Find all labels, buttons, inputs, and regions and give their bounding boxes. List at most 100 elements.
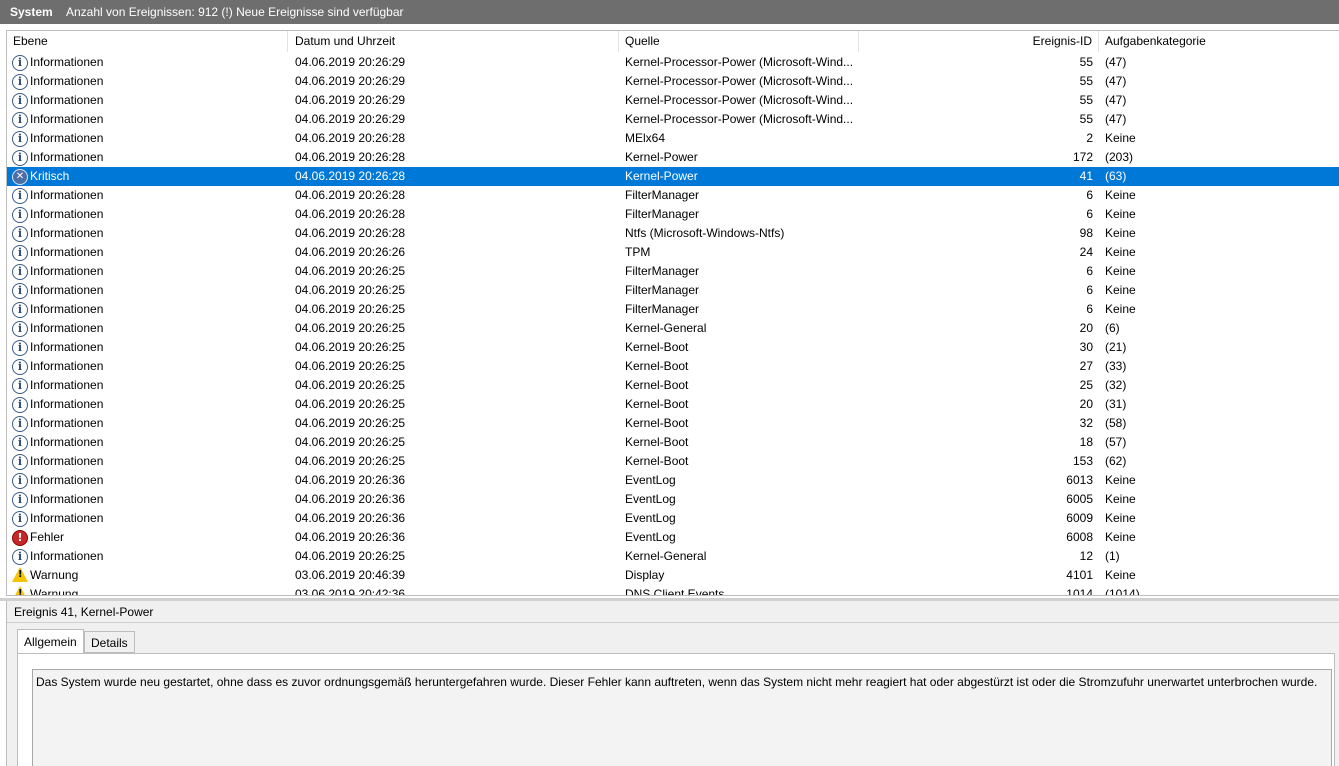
error-icon: !	[12, 530, 28, 546]
task-category-cell: (33)	[1105, 359, 1127, 373]
column-header-task-category[interactable]: Aufgabenkategorie	[1099, 31, 1339, 52]
level-cell: Informationen	[30, 511, 104, 525]
level-cell: Informationen	[30, 454, 104, 468]
date-cell: 04.06.2019 20:26:29	[295, 93, 406, 107]
date-cell: 04.06.2019 20:26:28	[295, 188, 406, 202]
level-cell: Informationen	[30, 283, 104, 297]
event-id-cell: 6	[1086, 188, 1093, 202]
event-id-cell: 4101	[1066, 568, 1093, 582]
level-cell: Informationen	[30, 74, 104, 88]
table-row[interactable]: i Informationen 04.06.2019 20:26:25 Kernel-…	[7, 319, 1339, 338]
event-id-cell: 1014	[1066, 587, 1093, 596]
column-header-date[interactable]: Datum und Uhrzeit	[289, 31, 619, 52]
table-row[interactable]: i Informationen 04.06.2019 20:26:25 Kernel-…	[7, 547, 1339, 566]
task-category-cell: (21)	[1105, 340, 1127, 354]
table-row[interactable]: ! Fehler 04.06.2019 20:26:36 EventLog 6008 Ke…	[7, 528, 1339, 547]
date-cell: 03.06.2019 20:42:36	[295, 587, 406, 596]
task-category-cell: (32)	[1105, 378, 1127, 392]
column-header-level[interactable]: Ebene	[7, 31, 288, 52]
detail-panel: Ereignis 41, Kernel-Power Allgemein Deta…	[6, 601, 1339, 766]
tab-allgemein[interactable]: Allgemein	[17, 629, 84, 654]
task-category-cell: Keine	[1105, 207, 1136, 221]
task-category-cell: Keine	[1105, 473, 1136, 487]
level-cell: Informationen	[30, 55, 104, 69]
info-icon: i	[12, 378, 28, 394]
level-cell: Informationen	[30, 549, 104, 563]
table-row[interactable]: i Informationen 04.06.2019 20:26:28 MElx64 2…	[7, 129, 1339, 148]
task-category-cell: (62)	[1105, 454, 1127, 468]
level-cell: Informationen	[30, 492, 104, 506]
tab-details[interactable]: Details	[84, 631, 135, 653]
source-cell: FilterManager	[625, 188, 700, 202]
date-cell: 04.06.2019 20:26:25	[295, 302, 406, 316]
table-row[interactable]: i Informationen 04.06.2019 20:26:28 Ntfs (M…	[7, 224, 1339, 243]
table-row[interactable]: i Informationen 04.06.2019 20:26:25 Kernel-…	[7, 338, 1339, 357]
date-cell: 04.06.2019 20:26:28	[295, 169, 406, 183]
column-header-source[interactable]: Quelle	[619, 31, 859, 52]
source-cell: EventLog	[625, 511, 676, 525]
table-row[interactable]: i Informationen 04.06.2019 20:26:36 EventLo…	[7, 471, 1339, 490]
date-cell: 04.06.2019 20:26:25	[295, 283, 406, 297]
table-row[interactable]: i Informationen 04.06.2019 20:26:28 FilterM…	[7, 205, 1339, 224]
table-row[interactable]: i Informationen 04.06.2019 20:26:29 Kernel-…	[7, 53, 1339, 72]
source-cell: Kernel-Boot	[625, 397, 689, 411]
table-row[interactable]: i Informationen 04.06.2019 20:26:25 Kernel-…	[7, 452, 1339, 471]
source-cell: FilterManager	[625, 207, 700, 221]
source-cell: Kernel-Processor-Power (Microsoft-Wind..…	[625, 74, 854, 88]
level-cell: Informationen	[30, 131, 104, 145]
table-row[interactable]: i Informationen 04.06.2019 20:26:25 FilterM…	[7, 281, 1339, 300]
table-row[interactable]: i Informationen 04.06.2019 20:26:25 FilterM…	[7, 300, 1339, 319]
level-cell: Informationen	[30, 150, 104, 164]
info-icon: i	[12, 549, 28, 565]
level-cell: Informationen	[30, 226, 104, 240]
level-cell: Warnung	[30, 568, 79, 582]
info-icon: i	[12, 302, 28, 318]
table-row[interactable]: ! Warnung 03.06.2019 20:42:36 DNS Client Ev…	[7, 585, 1339, 596]
event-id-cell: 20	[1079, 397, 1093, 411]
table-row[interactable]: i Informationen 04.06.2019 20:26:25 Kernel-…	[7, 376, 1339, 395]
task-category-cell: Keine	[1105, 131, 1136, 145]
table-row[interactable]: ! Warnung 03.06.2019 20:46:39 Display 4101 Ke…	[7, 566, 1339, 585]
task-category-cell: Keine	[1105, 283, 1136, 297]
event-list[interactable]: Ebene Datum und Uhrzeit Quelle Ereignis-…	[6, 30, 1339, 596]
source-cell: TPM	[625, 245, 651, 259]
column-header-event-id[interactable]: Ereignis-ID	[859, 31, 1099, 52]
source-cell: Kernel-Processor-Power (Microsoft-Wind..…	[625, 112, 854, 126]
date-cell: 04.06.2019 20:26:25	[295, 397, 406, 411]
date-cell: 04.06.2019 20:26:25	[295, 454, 406, 468]
date-cell: 04.06.2019 20:26:25	[295, 378, 406, 392]
level-cell: Informationen	[30, 188, 104, 202]
level-cell: Informationen	[30, 473, 104, 487]
event-id-cell: 6	[1086, 302, 1093, 316]
task-category-cell: (47)	[1105, 55, 1127, 69]
source-cell: Kernel-Boot	[625, 435, 689, 449]
table-row[interactable]: i Informationen 04.06.2019 20:26:25 Kernel-…	[7, 414, 1339, 433]
table-row[interactable]: i Informationen 04.06.2019 20:26:25 Kernel-…	[7, 433, 1339, 452]
date-cell: 04.06.2019 20:26:25	[295, 416, 406, 430]
table-row[interactable]: i Informationen 04.06.2019 20:26:25 Kernel-…	[7, 357, 1339, 376]
date-cell: 04.06.2019 20:26:28	[295, 131, 406, 145]
table-row[interactable]: i Informationen 04.06.2019 20:26:25 FilterM…	[7, 262, 1339, 281]
date-cell: 04.06.2019 20:26:36	[295, 492, 406, 506]
source-cell: Kernel-Boot	[625, 359, 689, 373]
table-row[interactable]: i Informationen 04.06.2019 20:26:26 TPM 24 Ke…	[7, 243, 1339, 262]
table-row[interactable]: i Informationen 04.06.2019 20:26:25 Kernel-…	[7, 395, 1339, 414]
level-cell: Informationen	[30, 112, 104, 126]
task-category-cell: (58)	[1105, 416, 1127, 430]
table-row[interactable]: i Informationen 04.06.2019 20:26:28 Kernel-…	[7, 148, 1339, 167]
level-cell: Informationen	[30, 435, 104, 449]
date-cell: 04.06.2019 20:26:36	[295, 511, 406, 525]
table-row[interactable]: i Informationen 04.06.2019 20:26:28 FilterM…	[7, 186, 1339, 205]
table-row[interactable]: i Informationen 04.06.2019 20:26:29 Kernel-…	[7, 110, 1339, 129]
table-row[interactable]: i Informationen 04.06.2019 20:26:36 EventLo…	[7, 490, 1339, 509]
level-cell: Kritisch	[30, 169, 70, 183]
table-row[interactable]: ✕ Kritisch 04.06.2019 20:26:28 Kernel-Power…	[7, 167, 1339, 186]
table-row[interactable]: i Informationen 04.06.2019 20:26:29 Kernel-…	[7, 72, 1339, 91]
source-cell: Display	[625, 568, 665, 582]
table-row[interactable]: i Informationen 04.06.2019 20:26:36 EventLo…	[7, 509, 1339, 528]
event-id-cell: 20	[1079, 321, 1093, 335]
source-cell: EventLog	[625, 473, 676, 487]
event-description[interactable]: Das System wurde neu gestartet, ohne das…	[32, 669, 1332, 766]
table-row[interactable]: i Informationen 04.06.2019 20:26:29 Kernel-…	[7, 91, 1339, 110]
task-category-cell: Keine	[1105, 530, 1136, 544]
